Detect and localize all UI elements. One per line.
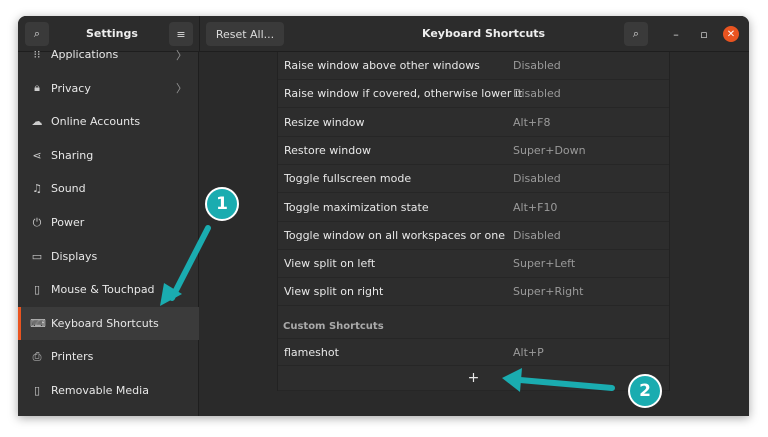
annotation-arrows: [160, 225, 615, 392]
arrow-2-head: [502, 368, 522, 392]
annotation-marker-2: 2: [628, 374, 662, 408]
arrow-1: [169, 225, 211, 301]
annotation-marker-1: 1: [205, 187, 239, 221]
arrow-2: [517, 377, 615, 391]
